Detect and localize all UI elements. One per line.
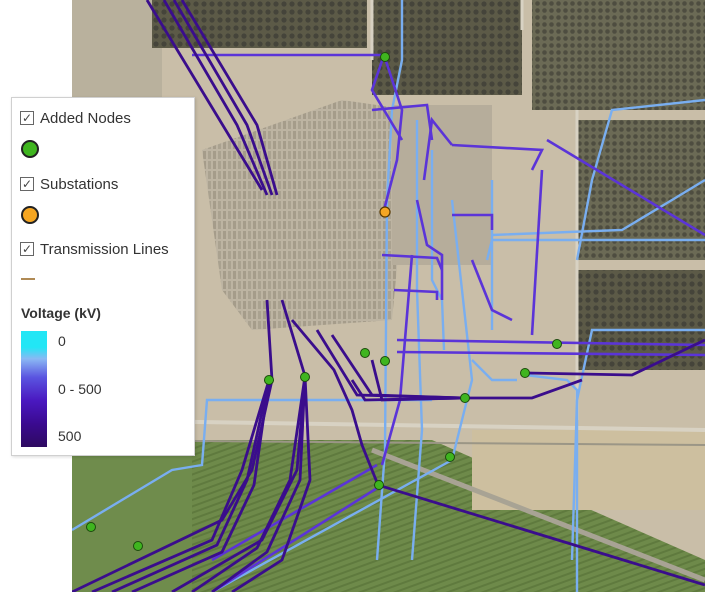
added-node-symbol-icon <box>21 140 39 158</box>
added-node[interactable] <box>265 376 274 385</box>
added-node[interactable] <box>461 394 470 403</box>
transmission-lines-label: Transmission Lines <box>40 241 169 258</box>
substation-node[interactable] <box>380 207 390 217</box>
map-legend: ✓ Added Nodes ✓ Substations ✓ Transmissi… <box>11 97 195 456</box>
added-node[interactable] <box>375 481 384 490</box>
added-node[interactable] <box>87 523 96 532</box>
transmission-lines-checkbox[interactable]: ✓ <box>20 242 34 256</box>
substations-checkbox[interactable]: ✓ <box>20 177 34 191</box>
voltage-ramp-title: Voltage (kV) <box>21 305 101 321</box>
added-nodes-label: Added Nodes <box>40 110 131 127</box>
ramp-label-high: 500 <box>58 428 81 444</box>
added-node[interactable] <box>553 340 562 349</box>
added-node[interactable] <box>381 53 390 62</box>
crop-field <box>72 450 192 592</box>
legend-layer-transmission-lines[interactable]: ✓ Transmission Lines <box>20 238 169 260</box>
legend-layer-substations[interactable]: ✓ Substations <box>20 173 118 195</box>
added-node[interactable] <box>521 369 530 378</box>
added-nodes-checkbox[interactable]: ✓ <box>20 111 34 125</box>
added-node[interactable] <box>361 349 370 358</box>
added-node[interactable] <box>446 453 455 462</box>
substation-yard <box>392 105 492 265</box>
bare-field <box>472 430 705 510</box>
added-node[interactable] <box>301 373 310 382</box>
orchard-area <box>372 0 522 95</box>
orchard-area <box>152 0 367 48</box>
substation-symbol-icon <box>21 206 39 224</box>
ramp-label-mid: 0 - 500 <box>58 381 102 397</box>
added-node[interactable] <box>134 542 143 551</box>
legend-layer-added-nodes[interactable]: ✓ Added Nodes <box>20 107 131 129</box>
voltage-color-ramp <box>21 331 47 447</box>
added-node[interactable] <box>381 357 390 366</box>
ramp-label-low: 0 <box>58 333 66 349</box>
substations-label: Substations <box>40 176 118 193</box>
field-area <box>72 0 162 110</box>
transmission-line-symbol-icon <box>21 278 35 280</box>
orchard-area <box>532 0 705 110</box>
